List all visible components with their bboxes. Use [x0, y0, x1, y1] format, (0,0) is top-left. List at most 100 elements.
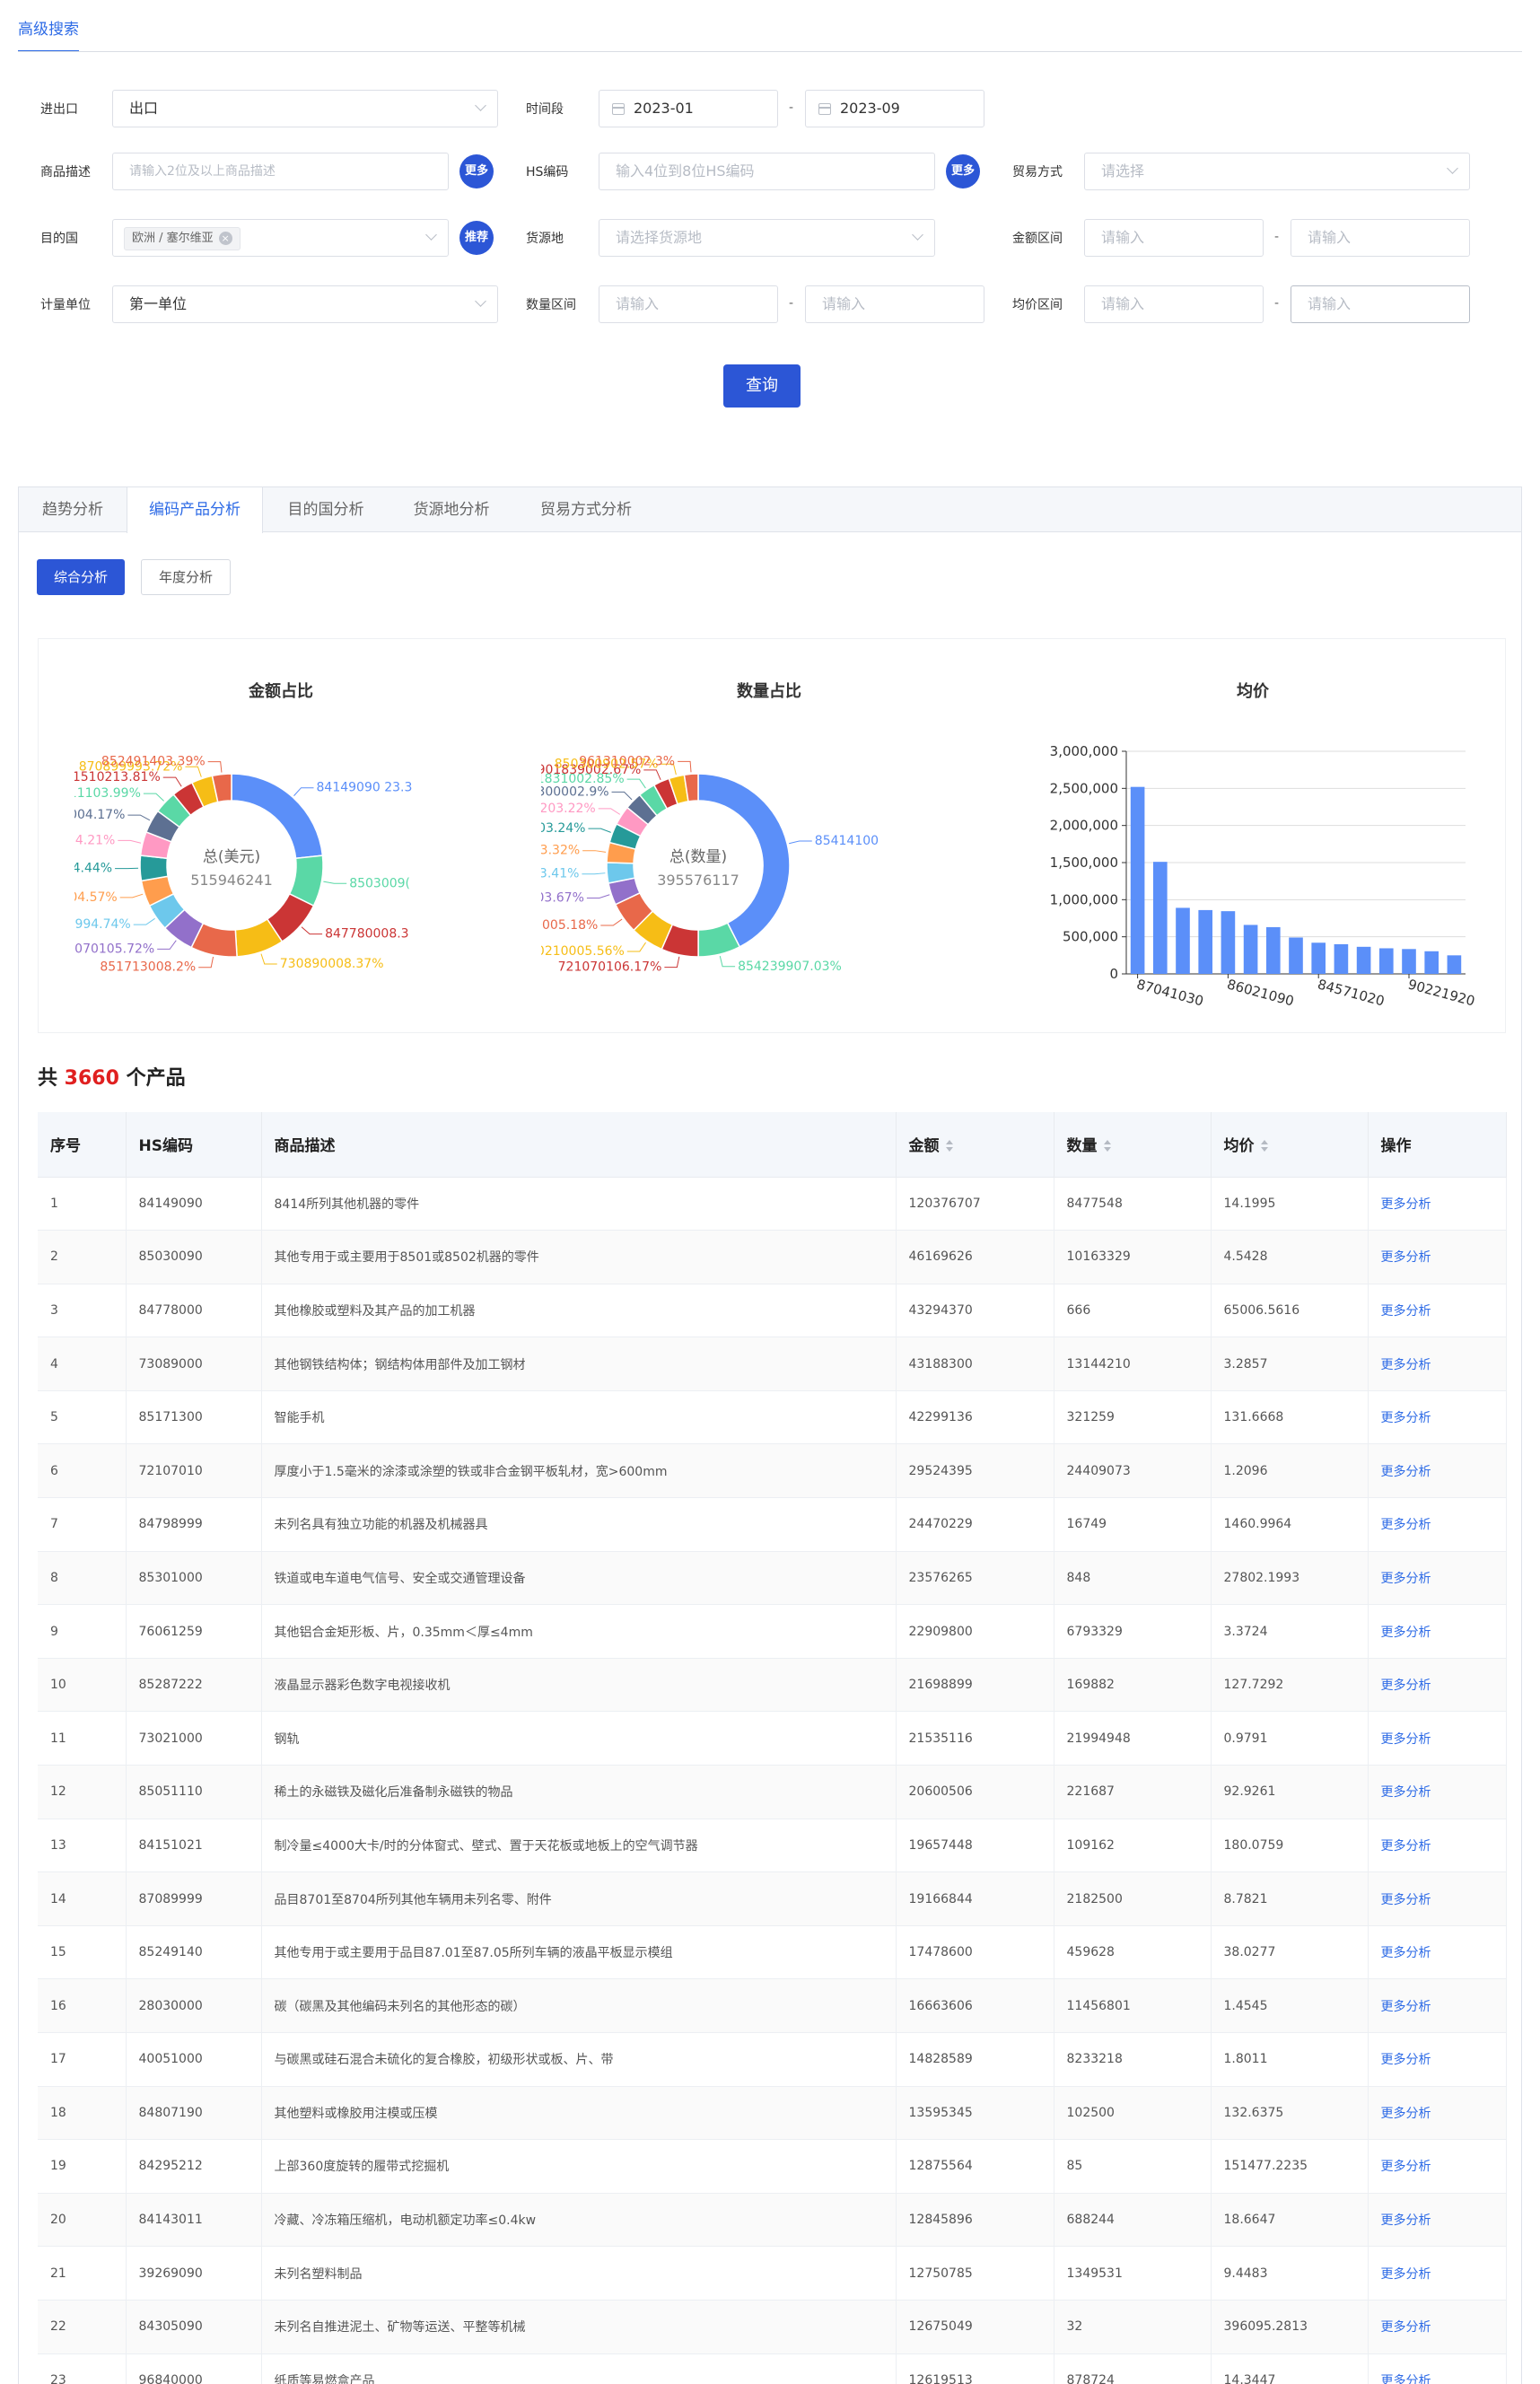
slice-label: 961310002.3% [579, 754, 675, 768]
donut-slice [139, 855, 169, 882]
analysis-tabbar: 趋势分析 编码产品分析 目的国分析 货源地分析 贸易方式分析 [19, 487, 1521, 533]
more-analysis-link[interactable]: 更多分析 [1368, 1978, 1507, 2033]
more-analysis-link[interactable]: 更多分析 [1368, 1765, 1507, 1819]
more-analysis-link[interactable]: 更多分析 [1368, 2246, 1507, 2301]
cell-amount: 19657448 [896, 1819, 1054, 1873]
cell-hs-code: 84798999 [126, 1497, 262, 1552]
product-desc-input[interactable]: 请输入2位及以上商品描述 [112, 153, 449, 190]
qty-min-input[interactable]: 请输入 [599, 285, 778, 323]
cell-avg-price: 38.0277 [1211, 1925, 1369, 1980]
more-analysis-link[interactable]: 更多分析 [1368, 1871, 1507, 1926]
more-analysis-link[interactable]: 更多分析 [1368, 2353, 1507, 2384]
calendar-icon [612, 103, 625, 115]
amount-min-input[interactable]: 请输入 [1084, 219, 1264, 257]
cell-index: 9 [38, 1604, 127, 1659]
more-analysis-link[interactable]: 更多分析 [1368, 1551, 1507, 1606]
col-header-qty[interactable]: 数量 [1054, 1112, 1212, 1178]
cell-hs-code: 85030090 [126, 1230, 262, 1284]
price-max-input[interactable]: 请输入 [1291, 285, 1470, 323]
hs-code-more-button[interactable]: 更多 [946, 154, 980, 188]
cell-index: 18 [38, 2086, 127, 2141]
tab-trade-mode[interactable]: 贸易方式分析 [514, 487, 658, 532]
cell-index: 14 [38, 1871, 127, 1926]
table-row: 23 96840000 纸质等易燃盒产品 12619513 878724 14.3447 更… [38, 2353, 1507, 2384]
more-analysis-link[interactable]: 更多分析 [1368, 1284, 1507, 1338]
label-leader [157, 940, 177, 950]
qty-range-label: 数量区间 [526, 298, 576, 312]
annual-analysis-button[interactable]: 年度分析 [141, 559, 231, 595]
more-analysis-link[interactable]: 更多分析 [1368, 1177, 1507, 1231]
bar [1402, 949, 1416, 974]
more-analysis-link[interactable]: 更多分析 [1368, 1658, 1507, 1713]
cell-index: 3 [38, 1284, 127, 1338]
cell-description: 其他专用于或主要用于品目87.01至87.05所列车辆的液晶平板显示模组 [261, 1925, 897, 1980]
more-analysis-link[interactable]: 更多分析 [1368, 1604, 1507, 1659]
query-button[interactable]: 查询 [723, 364, 801, 408]
tab-source[interactable]: 货源地分析 [389, 487, 514, 532]
period-end-input[interactable]: 2023-09 [805, 90, 984, 127]
cell-amount: 12675049 [896, 2300, 1054, 2354]
tab-trend[interactable]: 趋势分析 [19, 487, 127, 532]
table-row: 20 84143011 冷藏、冷冻箱压缩机，电动机额定功率≤0.4kw 1284589… [38, 2193, 1507, 2248]
import-export-select[interactable]: 出口 [112, 90, 498, 127]
amount-max-input[interactable]: 请输入 [1291, 219, 1470, 257]
table-row: 12 85051110 稀土的永磁铁及磁化后准备制永磁铁的物品 20600506 221… [38, 1765, 1507, 1819]
hs-code-input[interactable]: 输入4位到8位HS编码 [599, 153, 935, 190]
cell-avg-price: 3.3724 [1211, 1604, 1369, 1659]
period-start-input[interactable]: 2023-01 [599, 90, 778, 127]
cell-description: 冷藏、冷冻箱压缩机，电动机额定功率≤0.4kw [261, 2193, 897, 2248]
more-analysis-link[interactable]: 更多分析 [1368, 1497, 1507, 1552]
y-tick-label: 2,500,000 [1050, 780, 1118, 796]
cell-hs-code: 85171300 [126, 1390, 262, 1445]
tab-advanced-search[interactable]: 高级搜索 [18, 0, 79, 52]
more-analysis-link[interactable]: 更多分析 [1368, 1443, 1507, 1499]
table-row: 22 84305090 未列名自推进泥土、矿物等运送、平整等机械 12675049 32… [38, 2300, 1507, 2354]
more-analysis-link[interactable]: 更多分析 [1368, 1925, 1507, 1980]
cell-description: 其他橡胶或塑料及其产品的加工机器 [261, 1284, 897, 1338]
table-row: 9 76061259 其他铝合金矩形板、片，0.35mm＜厚≤4mm 22909800… [38, 1604, 1507, 1659]
table-row: 8 85301000 铁道或电车道电气信号、安全或交通管理设备 23576265 848… [38, 1551, 1507, 1606]
slice-label: 280300002.9% [541, 784, 609, 799]
qty-max-input[interactable]: 请输入 [805, 285, 984, 323]
cell-avg-price: 14.1995 [1211, 1177, 1369, 1231]
more-analysis-link[interactable]: 更多分析 [1368, 2032, 1507, 2087]
more-analysis-link[interactable]: 更多分析 [1368, 2139, 1507, 2194]
more-analysis-link[interactable]: 更多分析 [1368, 1819, 1507, 1873]
cell-avg-price: 1460.9964 [1211, 1497, 1369, 1552]
destination-select[interactable]: 欧洲 / 塞尔维亚 × [112, 219, 449, 257]
cell-hs-code: 73089000 [126, 1337, 262, 1391]
unit-select[interactable]: 第一单位 [112, 285, 498, 323]
col-header-price[interactable]: 均价 [1211, 1112, 1369, 1178]
qty-range-separator: - [789, 296, 794, 311]
more-analysis-link[interactable]: 更多分析 [1368, 2086, 1507, 2141]
cell-index: 23 [38, 2353, 127, 2384]
product-desc-more-button[interactable]: 更多 [459, 154, 494, 188]
cell-index: 6 [38, 1443, 127, 1499]
source-select[interactable]: 请选择货源地 [599, 219, 935, 257]
more-analysis-link[interactable]: 更多分析 [1368, 1337, 1507, 1391]
sort-icon[interactable] [1103, 1140, 1112, 1153]
price-min-input[interactable]: 请输入 [1084, 285, 1264, 323]
cell-amount: 13595345 [896, 2086, 1054, 2141]
tab-destination[interactable]: 目的国分析 [263, 487, 389, 532]
more-analysis-link[interactable]: 更多分析 [1368, 1711, 1507, 1766]
sort-icon[interactable] [1260, 1140, 1269, 1153]
more-analysis-link[interactable]: 更多分析 [1368, 1390, 1507, 1445]
table-header-row: 序号 HS编码 商品描述 金额 数量 均价 操作 [38, 1112, 1507, 1178]
col-header-amount[interactable]: 金额 [896, 1112, 1054, 1178]
more-analysis-link[interactable]: 更多分析 [1368, 2300, 1507, 2354]
cell-description: 液晶显示器彩色数字电视接收机 [261, 1658, 897, 1713]
overall-analysis-button[interactable]: 综合分析 [37, 559, 125, 595]
more-analysis-link[interactable]: 更多分析 [1368, 1230, 1507, 1284]
more-analysis-link[interactable]: 更多分析 [1368, 2193, 1507, 2248]
destination-recommend-button[interactable]: 推荐 [459, 221, 494, 255]
label-leader [626, 942, 646, 952]
product-count: 共 3660 个产品 [38, 1062, 186, 1091]
sort-icon[interactable] [945, 1140, 954, 1153]
trade-mode-select[interactable]: 请选择 [1084, 153, 1470, 190]
cell-index: 1 [38, 1177, 127, 1231]
cell-avg-price: 0.9791 [1211, 1711, 1369, 1766]
tab-code-product[interactable]: 编码产品分析 [127, 487, 263, 533]
cell-amount: 23576265 [896, 1551, 1054, 1606]
close-icon[interactable]: × [218, 231, 232, 245]
